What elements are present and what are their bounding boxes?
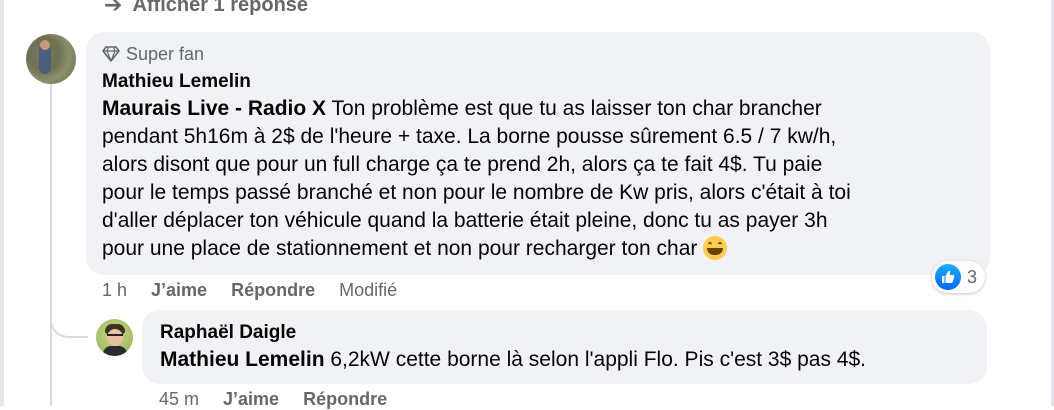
reply-text: Mathieu Lemelin 6,2kW cette borne là sel… [160,346,969,374]
reply-avatar[interactable] [96,319,133,356]
grinning-emoji-icon [703,236,728,260]
thread-connector [50,300,88,338]
reply-arrow-icon: ➔ [104,0,123,17]
reply-mention-link[interactable]: Mathieu Lemelin [160,348,325,371]
super-fan-badge[interactable]: Super fan [102,42,974,66]
badge-label: Super fan [126,43,205,64]
thread-line [50,82,52,406]
comment-body: Ton problème est que tu as laisser ton c… [102,97,851,260]
view-replies-link[interactable]: ➔ Afficher 1 réponse [104,0,308,18]
edited-label: Modifié [339,280,398,300]
left-scroll-edge [0,0,4,406]
like-button[interactable]: J’aime [151,280,207,301]
diamond-icon [102,46,120,62]
like-icon [935,264,961,290]
comment-bubble: Super fan Mathieu Lemelin Maurais Live -… [86,32,990,275]
reply-body: 6,2kW cette borne là selon l'appli Flo. … [324,348,866,371]
reaction-summary[interactable]: 3 [932,261,986,293]
reply-button[interactable]: Répondre [231,280,315,301]
reply-author[interactable]: Raphaël Daigle [160,320,969,346]
comment-actions: 1 h J’aime Répondre Modifié [102,280,397,301]
comment-time[interactable]: 1 h [102,280,127,301]
reply-time[interactable]: 45 m [159,389,199,410]
reply-reply-button[interactable]: Répondre [303,389,387,410]
reply-actions: 45 m J’aime Répondre [159,389,387,410]
reply-bubble: Raphaël Daigle Mathieu Lemelin 6,2kW cet… [142,310,987,384]
reply-like-button[interactable]: J’aime [223,389,279,410]
view-replies-label: Afficher 1 réponse [132,0,309,16]
comment-text: Maurais Live - Radio X Ton problème est … [102,95,974,263]
reaction-count: 3 [967,266,978,287]
mention-link[interactable]: Maurais Live - Radio X [102,97,326,120]
comment-author[interactable]: Mathieu Lemelin [102,69,974,95]
avatar[interactable] [26,34,76,84]
